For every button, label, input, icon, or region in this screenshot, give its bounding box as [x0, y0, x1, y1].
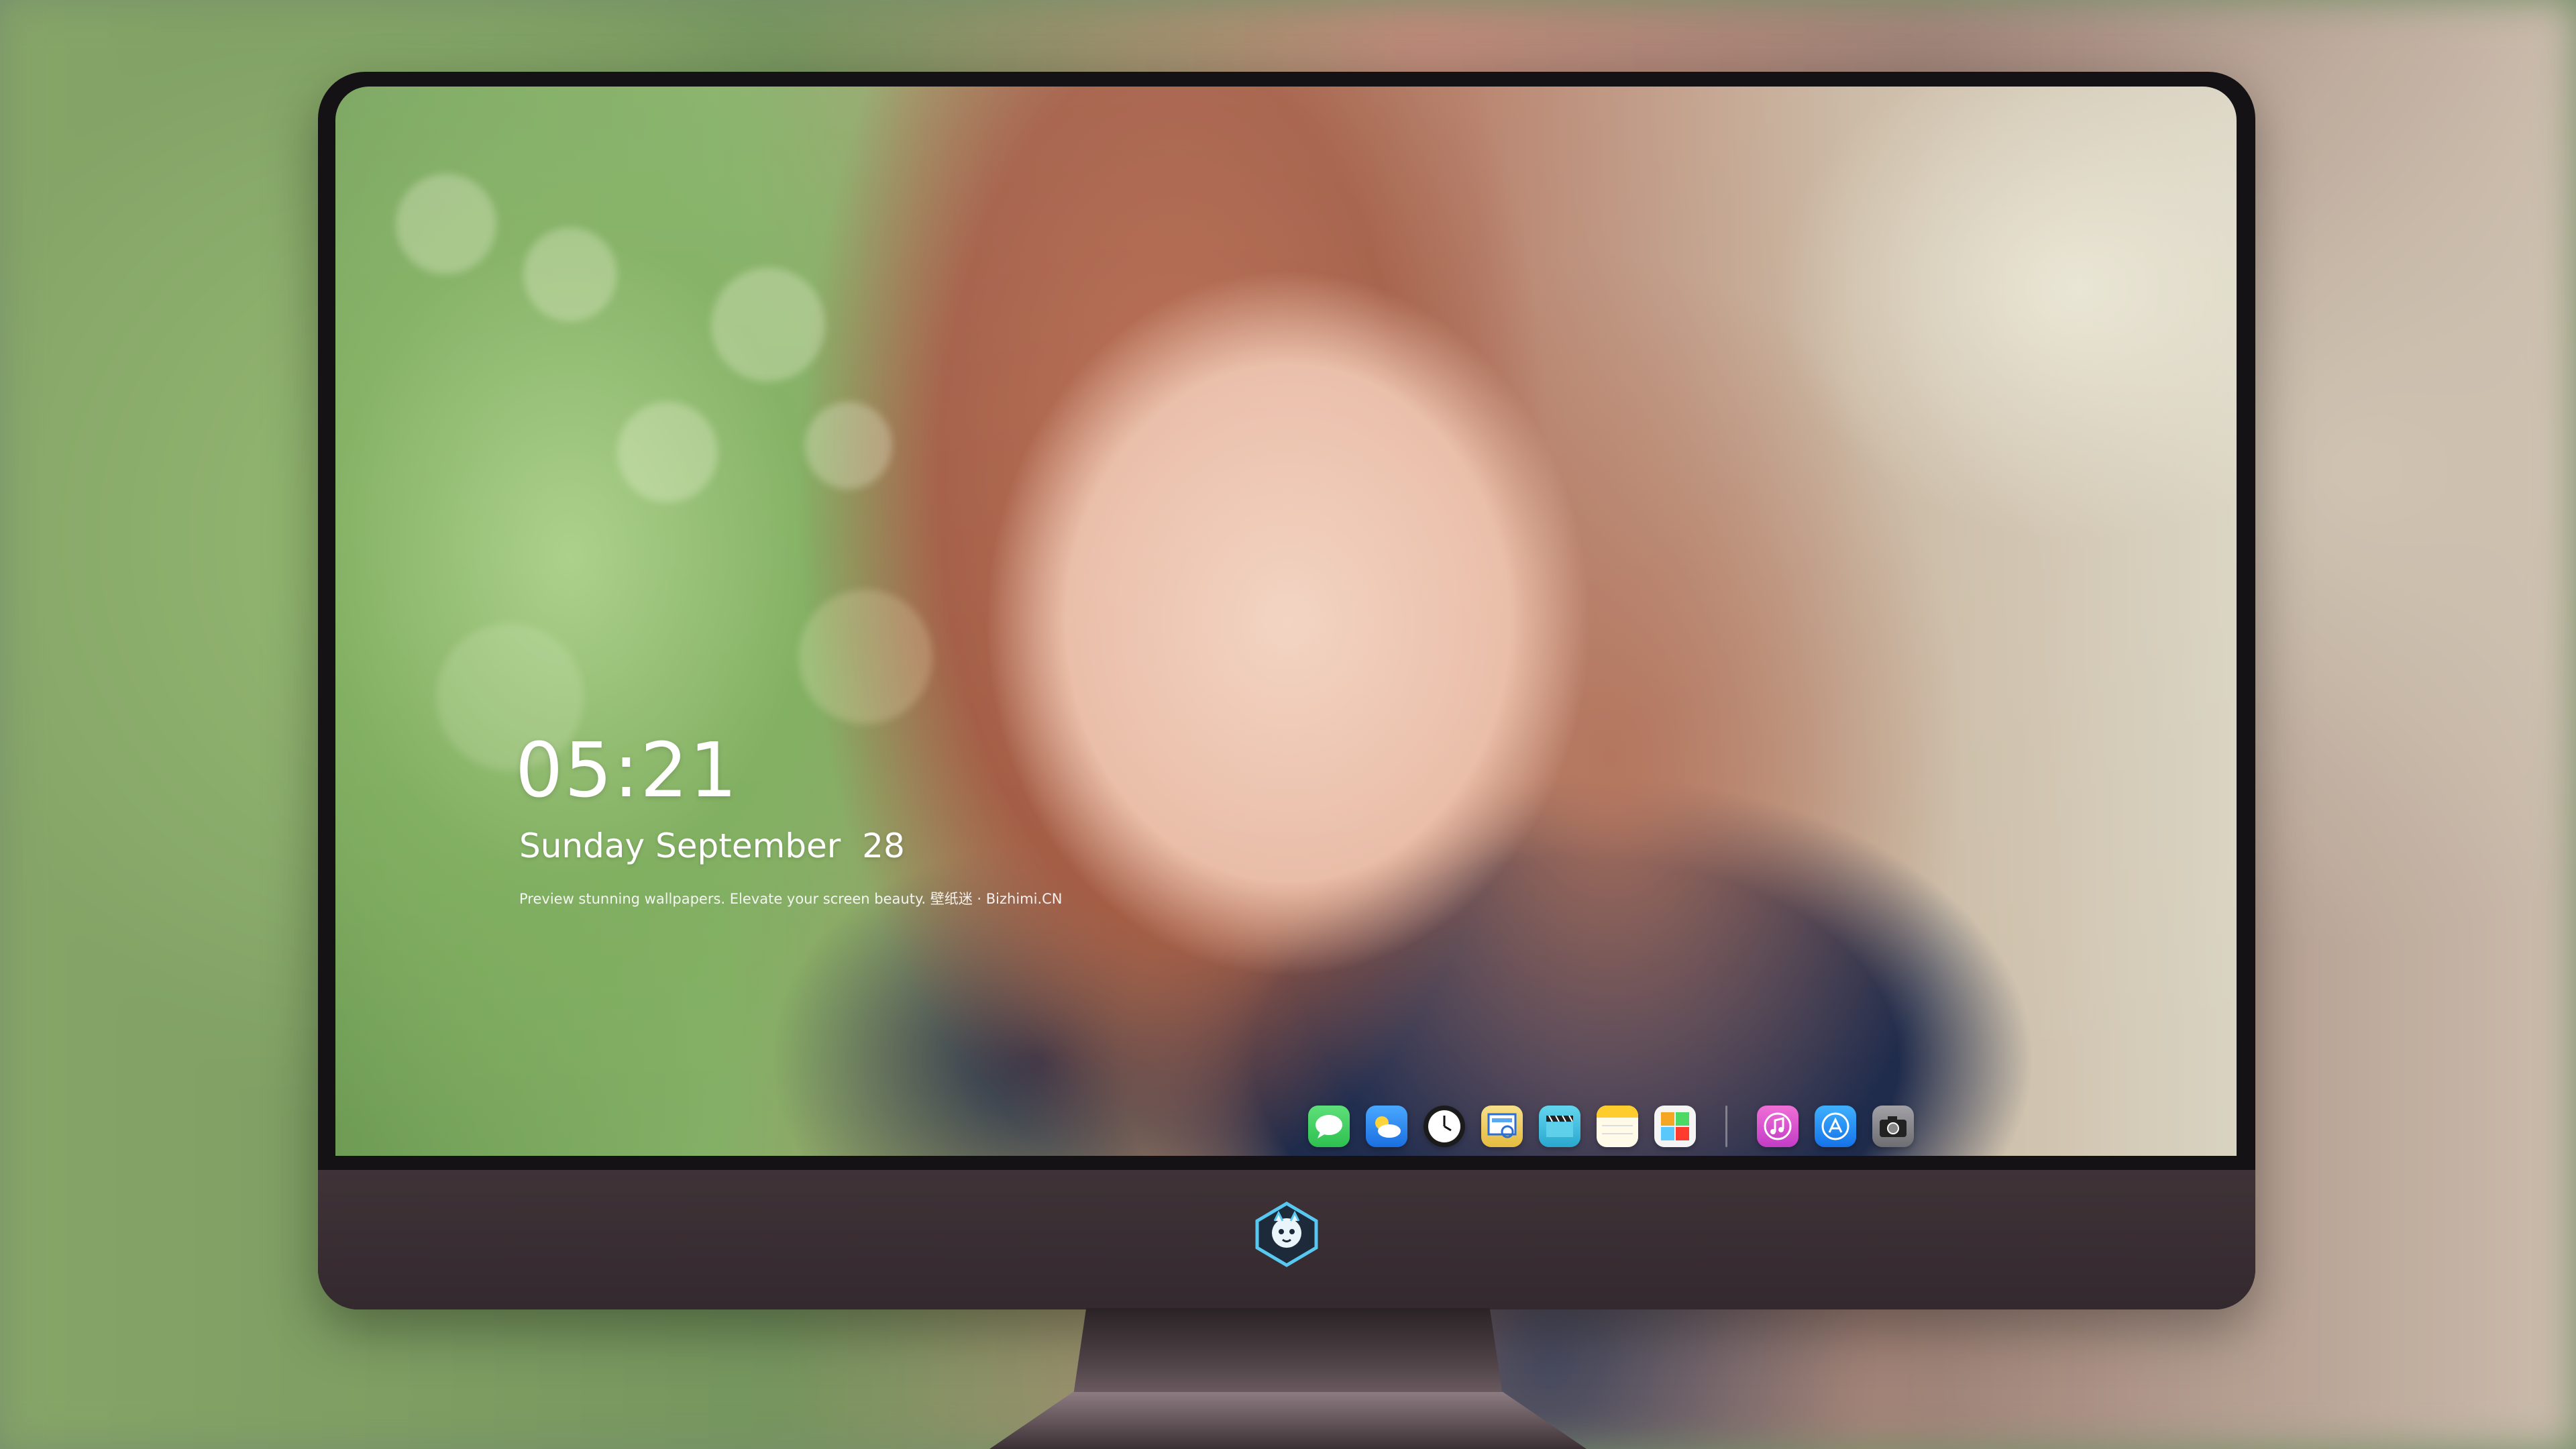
dock-separator — [1725, 1106, 1727, 1147]
lock-tagline: Preview stunning wallpapers. Elevate you… — [519, 891, 1063, 907]
lock-date: Sunday September 28 — [519, 826, 905, 865]
messages-icon[interactable] — [1308, 1106, 1350, 1147]
clock-icon[interactable] — [1424, 1106, 1465, 1147]
preview-icon[interactable] — [1481, 1106, 1523, 1147]
bizhimi-logo-icon — [1253, 1201, 1320, 1268]
camera-icon[interactable] — [1872, 1106, 1914, 1147]
videos-icon[interactable] — [1539, 1106, 1580, 1147]
itunes-icon[interactable] — [1757, 1106, 1799, 1147]
dock — [1308, 1099, 1914, 1153]
monitor-stand-base — [989, 1392, 1587, 1449]
monitor: 05:21 Sunday September 28 Preview stunni… — [318, 72, 2255, 1309]
lock-clock: 05:21 — [515, 727, 739, 814]
notes-icon[interactable] — [1597, 1106, 1638, 1147]
weather-icon[interactable] — [1366, 1106, 1407, 1147]
app-store-icon[interactable] — [1815, 1106, 1856, 1147]
lock-screen[interactable]: 05:21 Sunday September 28 Preview stunni… — [335, 87, 2237, 1156]
monitor-stand-neck — [1073, 1308, 1503, 1395]
photos-icon[interactable] — [1654, 1106, 1696, 1147]
